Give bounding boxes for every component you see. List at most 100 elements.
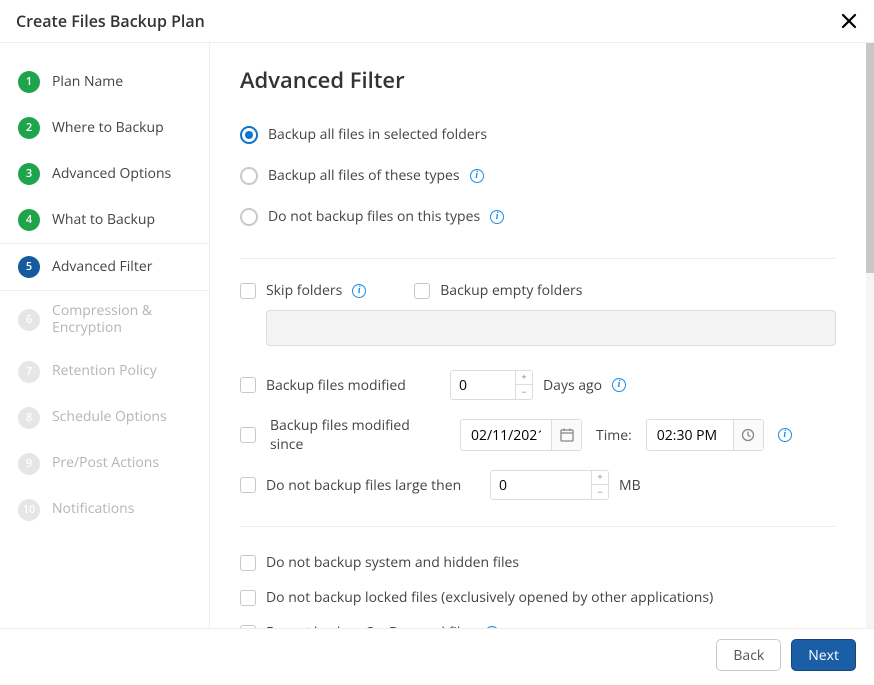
step-number: 3 [18,163,40,185]
back-button[interactable]: Back [716,639,781,671]
next-button[interactable]: Next [791,639,856,671]
step-label: What to Backup [52,212,191,229]
locked-files-checkbox[interactable] [240,590,256,606]
days-input[interactable] [451,371,515,399]
backup-empty-folders-label: Backup empty folders [440,281,582,300]
step-number: 6 [18,309,40,331]
locked-files-row: Do not backup locked files (exclusively … [240,588,836,607]
wizard-step-5[interactable]: 5 Advanced Filter [0,243,209,291]
radio-label: Do not backup files on this types [268,207,480,226]
time-input[interactable] [646,419,764,451]
locked-files-label: Do not backup locked files (exclusively … [266,588,713,607]
radio-icon[interactable] [240,208,258,226]
content-wrap: Advanced Filter Backup all files in sele… [210,43,874,628]
radio-icon[interactable] [240,167,258,185]
backup-modified-since-row: Backup files modified since Time: [240,416,836,454]
step-number: 7 [18,361,40,383]
info-icon[interactable]: i [612,378,626,392]
wizard-step-3[interactable]: 3 Advanced Options [0,151,209,197]
wizard-step-4[interactable]: 4 What to Backup [0,197,209,243]
step-label: Schedule Options [52,409,191,426]
step-number: 5 [18,256,40,278]
wizard-step-8: 8 Schedule Options [0,395,209,441]
page-title: Advanced Filter [240,65,836,95]
wizard-step-6: 6 Compression & Encryption [0,291,209,349]
backup-modified-days-label: Backup files modified [266,376,406,395]
date-input[interactable] [460,419,582,451]
stepper-up-icon[interactable]: + [516,371,532,385]
size-stepper[interactable]: + − [490,470,609,500]
large-then-label: Do not backup files large then [266,476,461,495]
mb-label: MB [619,476,641,495]
date-field[interactable] [461,426,551,445]
filter-mode-option[interactable]: Do not backup files on this types i [240,199,836,240]
calendar-icon[interactable] [551,420,581,450]
days-ago-label: Days ago [543,376,602,395]
step-label: Notifications [52,501,191,518]
step-number: 4 [18,209,40,231]
step-number: 8 [18,407,40,429]
skip-folders-input[interactable] [266,310,836,346]
radio-label: Backup all files of these types [268,166,460,185]
info-icon[interactable]: i [778,428,792,442]
system-hidden-row: Do not backup system and hidden files [240,553,836,572]
backup-empty-folders-checkbox[interactable] [414,283,430,299]
step-number: 1 [18,71,40,93]
step-label: Advanced Options [52,166,191,183]
scrollbar[interactable] [866,43,874,628]
step-number: 10 [18,499,40,521]
radio-icon[interactable] [240,126,258,144]
system-hidden-label: Do not backup system and hidden files [266,553,519,572]
stepper-up-icon[interactable]: + [592,471,608,485]
backup-modified-days-checkbox[interactable] [240,377,256,393]
filter-mode-option[interactable]: Backup all files of these types i [240,158,836,199]
system-hidden-checkbox[interactable] [240,555,256,571]
wizard-step-9: 9 Pre/Post Actions [0,441,209,487]
modal-body: 1 Plan Name 2 Where to Backup 3 Advanced Opti… [0,42,874,629]
modal-title: Create Files Backup Plan [16,10,205,32]
size-input[interactable] [491,471,591,499]
backup-modified-days-row: Backup files modified + − Days ago i [240,370,836,400]
skip-folders-checkbox[interactable] [240,283,256,299]
wizard-step-2[interactable]: 2 Where to Backup [0,105,209,151]
ondemand-files-row: Do not backup On-Demand files i [240,623,836,628]
content-panel: Advanced Filter Backup all files in sele… [210,43,866,628]
radio-label: Backup all files in selected folders [268,125,487,144]
info-icon[interactable]: i [470,169,484,183]
filter-mode-option[interactable]: Backup all files in selected folders [240,117,836,158]
ondemand-files-label: Do not backup On-Demand files [266,623,475,628]
wizard-step-7: 7Retention Policy [0,349,209,395]
info-icon[interactable]: i [352,284,366,298]
step-label: Pre/Post Actions [52,455,191,472]
large-then-checkbox[interactable] [240,477,256,493]
ondemand-files-checkbox[interactable] [240,625,256,629]
modal-create-backup-plan: Create Files Backup Plan 1 Plan Name 2 Wher… [0,0,874,685]
scrollbar-thumb[interactable] [866,43,874,273]
large-then-row: Do not backup files large then + − MB [240,470,836,500]
step-number: 9 [18,453,40,475]
backup-modified-since-label: Backup files modified since [270,416,446,454]
backup-modified-since-checkbox[interactable] [240,427,256,443]
time-label: Time: [596,426,632,445]
close-icon[interactable] [840,12,858,30]
filter-mode-radio-group: Backup all files in selected folders Back… [240,117,836,240]
clock-icon[interactable] [733,420,763,450]
skip-folders-row: Skip folders i Backup empty folders [240,281,836,300]
stepper-down-icon[interactable]: − [516,385,532,399]
wizard-step-1[interactable]: 1 Plan Name [0,59,209,105]
step-label: Where to Backup [52,120,191,137]
info-icon[interactable]: i [490,210,504,224]
step-number: 2 [18,117,40,139]
wizard-sidebar: 1 Plan Name 2 Where to Backup 3 Advanced Opti… [0,43,210,628]
stepper-down-icon[interactable]: − [592,485,608,499]
modal-header: Create Files Backup Plan [0,0,874,42]
wizard-step-10: 10 Notifications [0,487,209,533]
time-field[interactable] [647,426,733,445]
step-label: Compression & Encryption [52,303,191,337]
divider [240,526,836,527]
info-icon[interactable]: i [485,626,499,629]
step-label: Plan Name [52,74,191,91]
days-stepper[interactable]: + − [450,370,533,400]
modal-footer: Back Next [0,629,874,685]
step-label: Advanced Filter [52,259,191,276]
